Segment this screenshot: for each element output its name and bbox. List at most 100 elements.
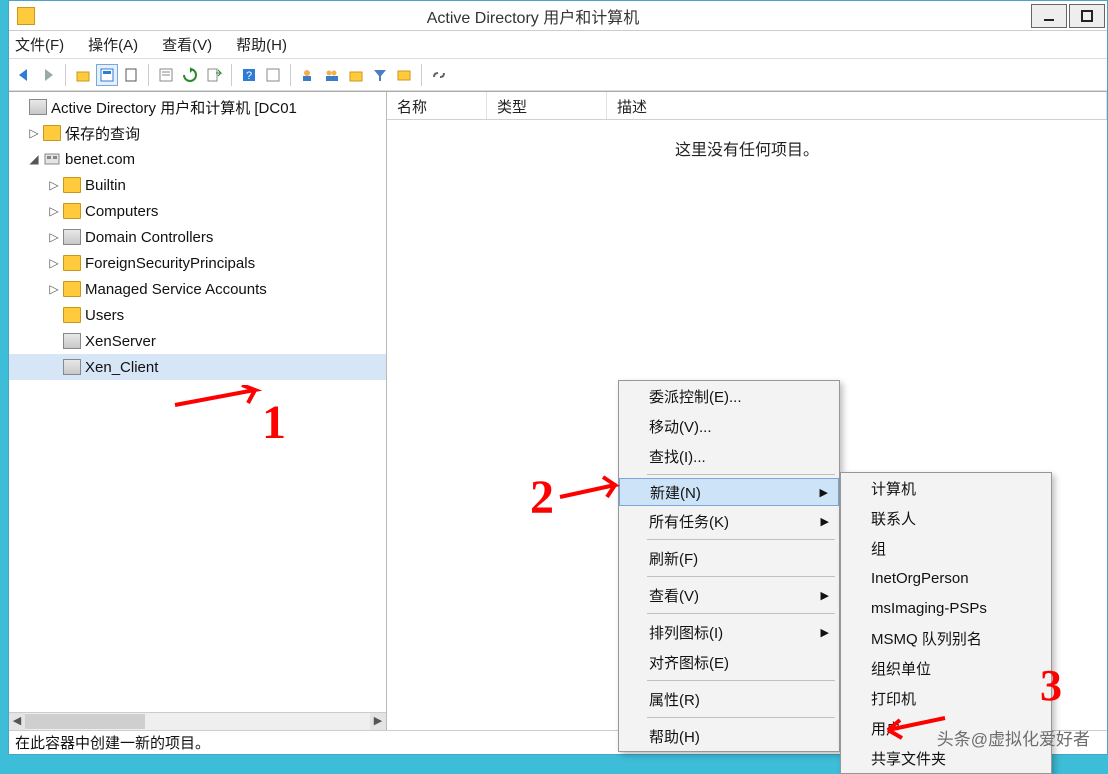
filter-icon[interactable] xyxy=(369,64,391,86)
folder-icon xyxy=(63,203,81,219)
menu-label: 组织单位 xyxy=(871,658,931,679)
submenu-item[interactable]: msImaging-PSPs xyxy=(841,593,1051,623)
up-icon[interactable] xyxy=(72,64,94,86)
maximize-button[interactable] xyxy=(1069,4,1105,28)
menu-item[interactable]: 委派控制(E)... xyxy=(619,381,839,411)
submenu-item[interactable]: 联系人 xyxy=(841,503,1051,533)
menu-label: 共享文件夹 xyxy=(871,748,946,769)
menu-arrange[interactable]: 排列图标(I) ▶ xyxy=(619,617,839,647)
menu-item[interactable]: 移动(V)... xyxy=(619,411,839,441)
chevron-right-icon[interactable]: ▷ xyxy=(27,126,41,140)
forward-icon[interactable] xyxy=(37,64,59,86)
minimize-button[interactable] xyxy=(1031,4,1067,28)
submenu-item[interactable]: MSMQ 队列别名 xyxy=(841,623,1051,653)
refresh-icon[interactable] xyxy=(179,64,201,86)
tree-label: Users xyxy=(85,307,124,324)
chevron-icon[interactable]: ▷ xyxy=(47,178,61,192)
org-icon xyxy=(29,99,47,115)
menu-label: 打印机 xyxy=(871,688,916,709)
watermark: 头条@虚拟化爱好者 xyxy=(937,725,1090,750)
menu-label: 组 xyxy=(871,538,886,559)
menubar: 文件(F) 操作(A) 查看(V) 帮助(H) xyxy=(9,31,1107,59)
list-header: 名称 类型 描述 xyxy=(387,92,1107,120)
menu-all-tasks[interactable]: 所有任务(K) ▶ xyxy=(619,506,839,536)
tree-label: ForeignSecurityPrincipals xyxy=(85,255,255,272)
menu-item[interactable]: 查找(I)... xyxy=(619,441,839,471)
tree-body[interactable]: Active Directory 用户和计算机 [DC01 ▷ 保存的查询 ◢ … xyxy=(9,92,386,712)
chevron-down-icon[interactable]: ◢ xyxy=(27,152,41,166)
menu-label: 属性(R) xyxy=(649,689,700,710)
empty-message: 这里没有任何项目。 xyxy=(387,136,1107,160)
menu-refresh[interactable]: 刷新(F) xyxy=(619,543,839,573)
folder-icon xyxy=(63,307,81,323)
window-title: Active Directory 用户和计算机 xyxy=(35,4,1031,28)
submenu-item[interactable]: 计算机 xyxy=(841,473,1051,503)
tree-item[interactable]: ▷Domain Controllers xyxy=(9,224,386,250)
org-icon xyxy=(63,333,81,349)
user-group-icon[interactable] xyxy=(321,64,343,86)
toolbar: ? xyxy=(9,59,1107,91)
column-name[interactable]: 名称 xyxy=(387,92,487,119)
tree-panel: Active Directory 用户和计算机 [DC01 ▷ 保存的查询 ◢ … xyxy=(9,92,387,730)
scroll-right-icon[interactable]: ▶ xyxy=(370,713,386,730)
tree-item[interactable]: ▷ ForeignSecurityPrincipals xyxy=(9,250,386,276)
menu-properties[interactable]: 属性(R) xyxy=(619,684,839,714)
chevron-icon[interactable]: ▷ xyxy=(47,204,61,218)
svg-text:?: ? xyxy=(246,70,252,82)
tree-root[interactable]: Active Directory 用户和计算机 [DC01 xyxy=(9,94,386,120)
chevron-icon[interactable]: ▷ xyxy=(47,230,61,244)
export-icon[interactable] xyxy=(203,64,225,86)
submenu-item[interactable]: 组织单位 xyxy=(841,653,1051,683)
submenu-item[interactable]: 组 xyxy=(841,533,1051,563)
menu-label: 用户 xyxy=(871,718,901,739)
menu-new[interactable]: 新建(N) ▶ xyxy=(619,478,839,506)
menu-view[interactable]: 查看(V) xyxy=(162,34,212,55)
menu-label: 计算机 xyxy=(871,478,916,499)
tree-saved-queries[interactable]: ▷ 保存的查询 xyxy=(9,120,386,146)
scroll-left-icon[interactable]: ◀ xyxy=(9,713,25,730)
back-icon[interactable] xyxy=(13,64,35,86)
properties-icon[interactable] xyxy=(155,64,177,86)
menu-label: 查找(I)... xyxy=(649,446,706,467)
menu-label: 查看(V) xyxy=(649,585,699,606)
folder-add-icon[interactable] xyxy=(345,64,367,86)
scroll-thumb[interactable] xyxy=(25,714,145,729)
show-icon[interactable] xyxy=(96,64,118,86)
horizontal-scrollbar[interactable]: ◀ ▶ xyxy=(9,712,386,730)
domain-icon xyxy=(43,151,61,167)
options-icon[interactable] xyxy=(262,64,284,86)
tree-item[interactable]: ▷Computers xyxy=(9,198,386,224)
org-icon xyxy=(63,359,81,375)
submenu-item[interactable]: InetOrgPerson xyxy=(841,563,1051,593)
submenu-arrow-icon: ▶ xyxy=(821,626,829,639)
tree-domain[interactable]: ◢ benet.com xyxy=(9,146,386,172)
folder-icon xyxy=(43,125,61,141)
menu-help[interactable]: 帮助(H) xyxy=(236,34,287,55)
menu-label: 对齐图标(E) xyxy=(649,652,729,673)
find-icon[interactable] xyxy=(393,64,415,86)
menu-align[interactable]: 对齐图标(E) xyxy=(619,647,839,677)
tree-label: 保存的查询 xyxy=(65,123,140,144)
tree-item[interactable]: ▷Builtin xyxy=(9,172,386,198)
menu-help[interactable]: 帮助(H) xyxy=(619,721,839,751)
chevron-icon[interactable]: ▷ xyxy=(47,282,61,296)
help-icon[interactable]: ? xyxy=(238,64,260,86)
cut-icon[interactable] xyxy=(120,64,142,86)
tree-label: benet.com xyxy=(65,151,135,168)
tree-item[interactable]: ▷Managed Service Accounts xyxy=(9,276,386,302)
submenu-item[interactable]: 打印机 xyxy=(841,683,1051,713)
menu-file[interactable]: 文件(F) xyxy=(15,34,64,55)
tree-item[interactable]: Users xyxy=(9,302,386,328)
submenu-arrow-icon: ▶ xyxy=(821,589,829,602)
menu-view[interactable]: 查看(V) ▶ xyxy=(619,580,839,610)
link-icon[interactable] xyxy=(428,64,450,86)
menu-label: MSMQ 队列别名 xyxy=(871,628,982,649)
tree-item[interactable]: XenServer xyxy=(9,328,386,354)
column-desc[interactable]: 描述 xyxy=(607,92,1107,119)
tree-item[interactable]: Xen_Client xyxy=(9,354,386,380)
menu-action[interactable]: 操作(A) xyxy=(88,34,138,55)
user-add-icon[interactable] xyxy=(297,64,319,86)
column-type[interactable]: 类型 xyxy=(487,92,607,119)
app-icon xyxy=(17,7,35,25)
chevron-icon[interactable]: ▷ xyxy=(47,256,61,270)
